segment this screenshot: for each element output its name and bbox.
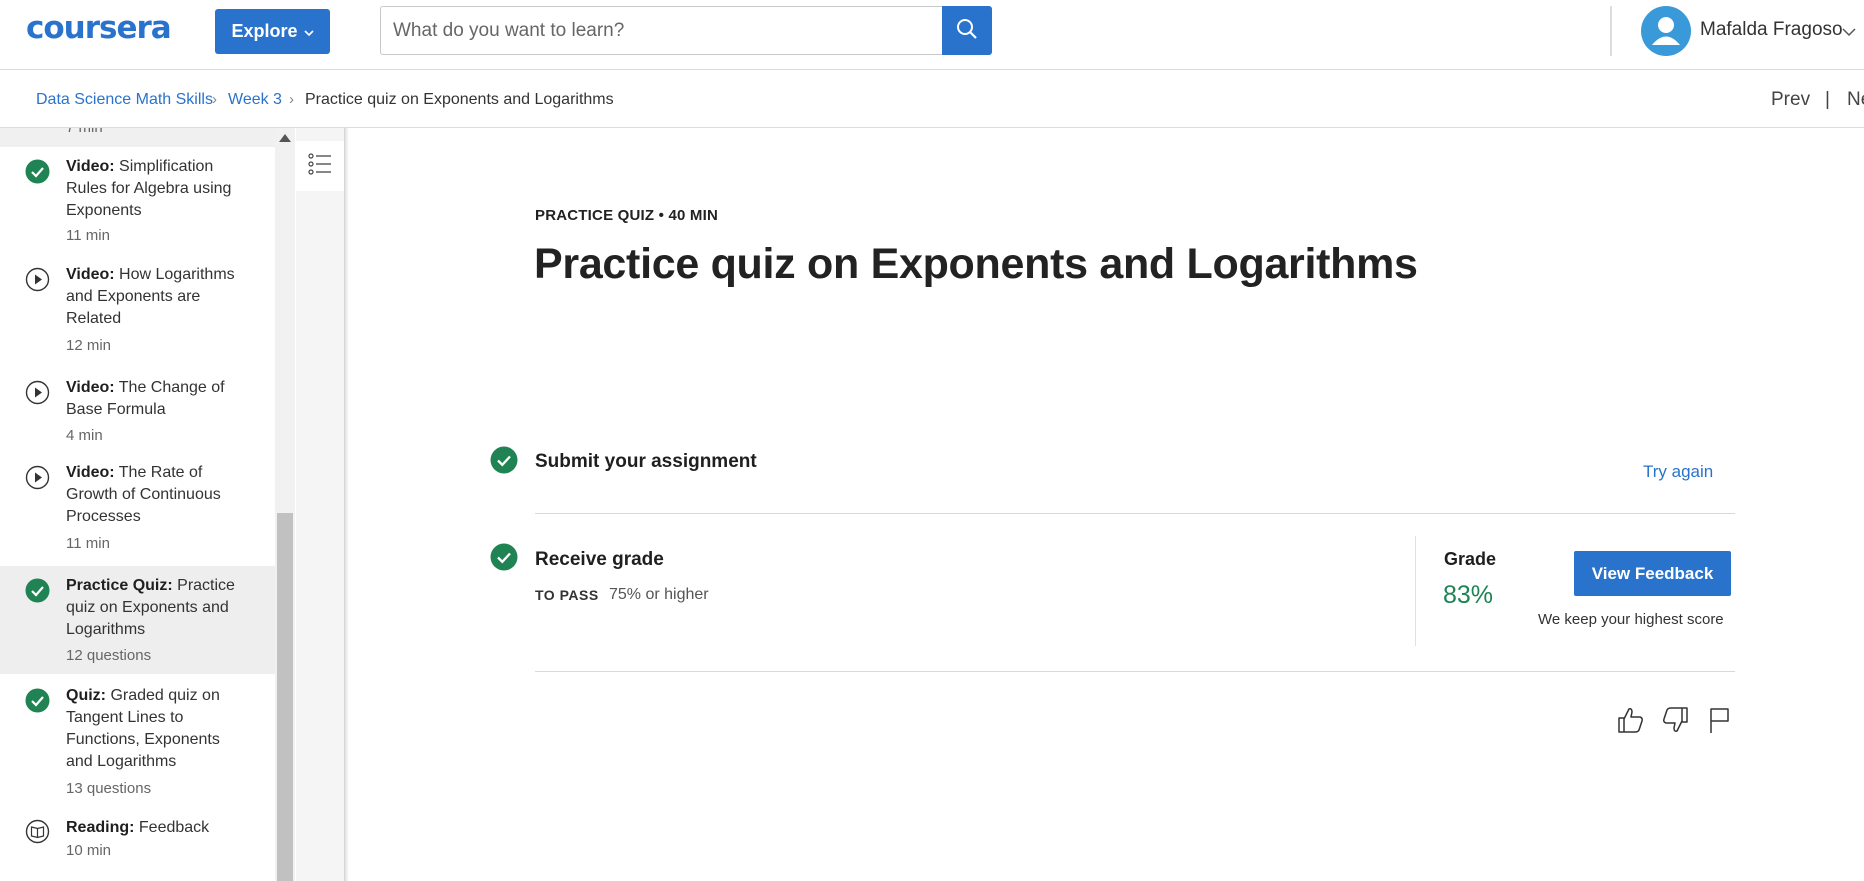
divider	[535, 671, 1735, 672]
grade-divider	[1415, 536, 1416, 646]
nav-separator: |	[1825, 89, 1830, 110]
course-outline-sidebar: 7 min Video: Simplification Rules for Al…	[0, 128, 275, 881]
view-feedback-button[interactable]: View Feedback	[1574, 551, 1731, 596]
sidebar-item-label: Reading: Feedback	[66, 819, 210, 836]
play-circle-icon	[25, 380, 50, 405]
sidebar-item-meta: 4 min	[66, 427, 103, 444]
panel-shadow	[345, 128, 349, 881]
user-avatar-icon[interactable]	[1641, 6, 1691, 56]
sidebar-item-meta: 12 min	[66, 337, 112, 354]
sidebar-item-meta: 13 questions	[66, 780, 152, 797]
sidebar-item-rate-of-growth[interactable]: Video: The Rate of Growth of Continuous …	[0, 453, 275, 563]
user-menu-chevron-icon[interactable]	[1842, 24, 1856, 42]
submit-assignment-title: Submit your assignment	[535, 451, 757, 472]
breadcrumb-course[interactable]: Data Science Math Skills	[36, 91, 213, 109]
divider	[535, 513, 1735, 514]
breadcrumb-week[interactable]: Week 3	[228, 91, 282, 109]
sidebar-item-meta: 7 min	[66, 128, 103, 136]
sidebar-item-meta: 12 questions	[66, 647, 152, 664]
breadcrumb-separator-icon: ›	[212, 91, 217, 108]
list-icon	[308, 152, 332, 180]
sidebar-item-label: Video: How Logarithms and Exponents are …	[66, 266, 235, 327]
sidebar-item-label: Practice Quiz: Practice quiz on Exponent…	[66, 577, 235, 638]
receive-grade-title: Receive grade	[535, 549, 664, 570]
sidebar-item-change-of-base[interactable]: Video: The Change of Base Formula 4 min	[0, 365, 275, 453]
top-header: coursera Explore Mafalda Fragoso	[0, 0, 1864, 70]
check-circle-icon	[25, 159, 50, 184]
outline-toggle-button[interactable]	[296, 141, 344, 191]
grade-label: Grade	[1444, 549, 1497, 569]
explore-label: Explore	[231, 21, 298, 41]
breadcrumb-separator-icon: ›	[289, 91, 294, 108]
breadcrumb: Data Science Math Skills › Week 3 › Prac…	[0, 70, 1864, 128]
sidebar-item-label: Video: Simplification Rules for Algebra …	[66, 158, 232, 219]
sidebar-item-reading-feedback[interactable]: Reading: Feedback 10 min	[0, 808, 275, 881]
prev-link[interactable]: Prev	[1771, 89, 1810, 111]
scroll-up-arrow-icon[interactable]	[279, 134, 291, 142]
next-link[interactable]: Ne	[1847, 89, 1864, 111]
grade-value: 83%	[1443, 581, 1494, 609]
book-icon	[25, 819, 50, 844]
item-kicker: PRACTICE QUIZ • 40 MIN	[535, 207, 719, 224]
chevron-down-icon	[303, 26, 314, 40]
to-pass-label: TO PASS	[535, 587, 599, 603]
sidebar-item-label: Video: The Change of Base Formula	[66, 379, 225, 418]
check-circle-icon	[490, 543, 518, 571]
flag-icon[interactable]	[1706, 705, 1734, 735]
sidebar-item-label: Video: The Rate of Growth of Continuous …	[66, 464, 221, 525]
thumbs-down-icon[interactable]	[1662, 705, 1690, 735]
try-again-link[interactable]: Try again	[1643, 462, 1713, 482]
sidebar-item-logarithms-exponents[interactable]: Video: How Logarithms and Exponents are …	[0, 255, 275, 365]
sidebar-scrollbar[interactable]	[275, 128, 295, 881]
scrollbar-thumb[interactable]	[277, 513, 293, 881]
outline-toggle-column	[296, 128, 345, 881]
sidebar-item-simplification-rules[interactable]: Video: Simplification Rules for Algebra …	[0, 147, 275, 255]
sidebar-item-meta: 10 min	[66, 842, 112, 859]
play-circle-icon	[25, 267, 50, 292]
breadcrumb-current: Practice quiz on Exponents and Logarithm…	[305, 91, 614, 108]
explore-button[interactable]: Explore	[215, 9, 330, 54]
coursera-logo[interactable]: coursera	[26, 10, 172, 46]
page-title: Practice quiz on Exponents and Logarithm…	[534, 240, 1418, 288]
sidebar-item-meta: 11 min	[66, 535, 110, 552]
search-button[interactable]	[942, 6, 992, 55]
to-pass-value: 75% or higher	[609, 586, 709, 603]
thumbs-up-icon[interactable]	[1616, 705, 1644, 735]
sidebar-item-partial[interactable]: 7 min	[0, 128, 275, 147]
sidebar-item-graded-quiz[interactable]: Quiz: Graded quiz on Tangent Lines to Fu…	[0, 676, 275, 806]
check-circle-icon	[25, 578, 50, 603]
sidebar-item-meta: 11 min	[66, 227, 110, 244]
check-circle-icon	[25, 688, 50, 713]
play-circle-icon	[25, 465, 50, 490]
header-divider	[1610, 6, 1612, 56]
sidebar-item-label: Quiz: Graded quiz on Tangent Lines to Fu…	[66, 687, 220, 770]
highest-score-note: We keep your highest score	[1538, 611, 1724, 628]
search-icon	[956, 18, 978, 43]
sidebar-item-practice-quiz[interactable]: Practice Quiz: Practice quiz on Exponent…	[0, 566, 275, 674]
search-input[interactable]	[380, 6, 942, 55]
user-name[interactable]: Mafalda Fragoso	[1700, 19, 1843, 41]
check-circle-icon	[490, 446, 518, 474]
